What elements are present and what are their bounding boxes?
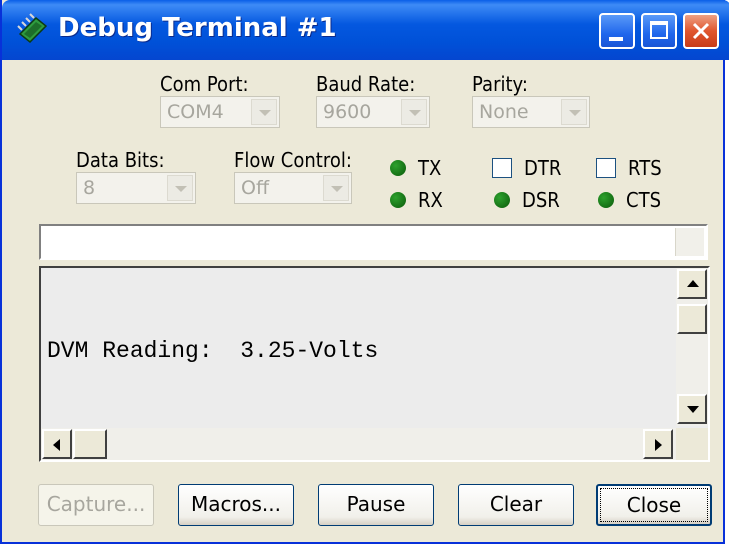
horizontal-scroll-thumb[interactable] <box>73 429 107 459</box>
close-window-button[interactable] <box>683 13 719 49</box>
flow-control-select[interactable]: Off <box>234 172 352 204</box>
chevron-down-icon <box>561 99 587 125</box>
maximize-button[interactable] <box>641 13 677 49</box>
close-button[interactable]: Close <box>596 484 712 526</box>
close-icon <box>692 22 710 40</box>
tx-label: TX <box>418 156 442 180</box>
data-bits-select[interactable]: 8 <box>76 172 196 204</box>
output-text: DVM Reading: 3.25-Volts <box>47 338 379 364</box>
parity-value: None <box>479 101 529 123</box>
minimize-icon <box>609 37 623 41</box>
scroll-up-button[interactable] <box>677 269 707 299</box>
com-port-select[interactable]: COM4 <box>160 96 280 128</box>
pause-button[interactable]: Pause <box>318 484 434 526</box>
dsr-led-icon <box>494 192 510 208</box>
title-bar[interactable]: Debug Terminal #1 <box>2 0 729 60</box>
vertical-scroll-thumb[interactable] <box>677 304 707 334</box>
rts-checkbox[interactable] <box>596 158 616 178</box>
chip-icon <box>17 13 48 44</box>
debug-terminal-window: Debug Terminal #1 Com Port: COM4 Baud Ra… <box>0 0 729 544</box>
window-title: Debug Terminal #1 <box>58 13 337 43</box>
parity-label: Parity: <box>472 72 528 96</box>
capture-button[interactable]: Capture... <box>38 484 154 526</box>
scroll-left-button[interactable] <box>42 429 72 459</box>
dtr-label: DTR <box>524 156 562 180</box>
scroll-corner <box>676 428 708 460</box>
com-port-label: Com Port: <box>160 72 249 96</box>
cts-label: CTS <box>626 188 662 212</box>
flow-control-label: Flow Control: <box>234 148 352 172</box>
com-port-value: COM4 <box>167 101 224 123</box>
macros-button[interactable]: Macros... <box>178 484 294 526</box>
chevron-down-icon <box>251 99 277 125</box>
baud-rate-value: 9600 <box>323 101 372 123</box>
input-scroll-icon <box>675 228 704 256</box>
rts-label: RTS <box>628 156 662 180</box>
chevron-down-icon <box>401 99 427 125</box>
flow-control-value: Off <box>241 177 270 199</box>
scroll-right-button[interactable] <box>643 429 673 459</box>
rx-label: RX <box>418 188 443 212</box>
clear-button[interactable]: Clear <box>458 484 574 526</box>
chevron-down-icon <box>323 175 349 201</box>
scroll-down-button[interactable] <box>677 394 707 424</box>
horizontal-scrollbar[interactable] <box>41 428 676 460</box>
transmit-input[interactable] <box>39 224 708 260</box>
vertical-scrollbar[interactable] <box>676 268 708 426</box>
chevron-down-icon <box>167 175 193 201</box>
rx-led-icon <box>390 192 406 208</box>
minimize-button[interactable] <box>599 13 635 49</box>
cts-led-icon <box>598 192 614 208</box>
dtr-checkbox[interactable] <box>492 158 512 178</box>
data-bits-label: Data Bits: <box>76 148 165 172</box>
dsr-label: DSR <box>522 188 560 212</box>
parity-select[interactable]: None <box>472 96 590 128</box>
data-bits-value: 8 <box>83 177 96 199</box>
receive-output-pane[interactable]: DVM Reading: 3.25-Volts <box>39 266 710 462</box>
baud-rate-select[interactable]: 9600 <box>316 96 430 128</box>
tx-led-icon <box>390 160 406 176</box>
maximize-icon <box>650 21 668 39</box>
baud-rate-label: Baud Rate: <box>316 72 416 96</box>
